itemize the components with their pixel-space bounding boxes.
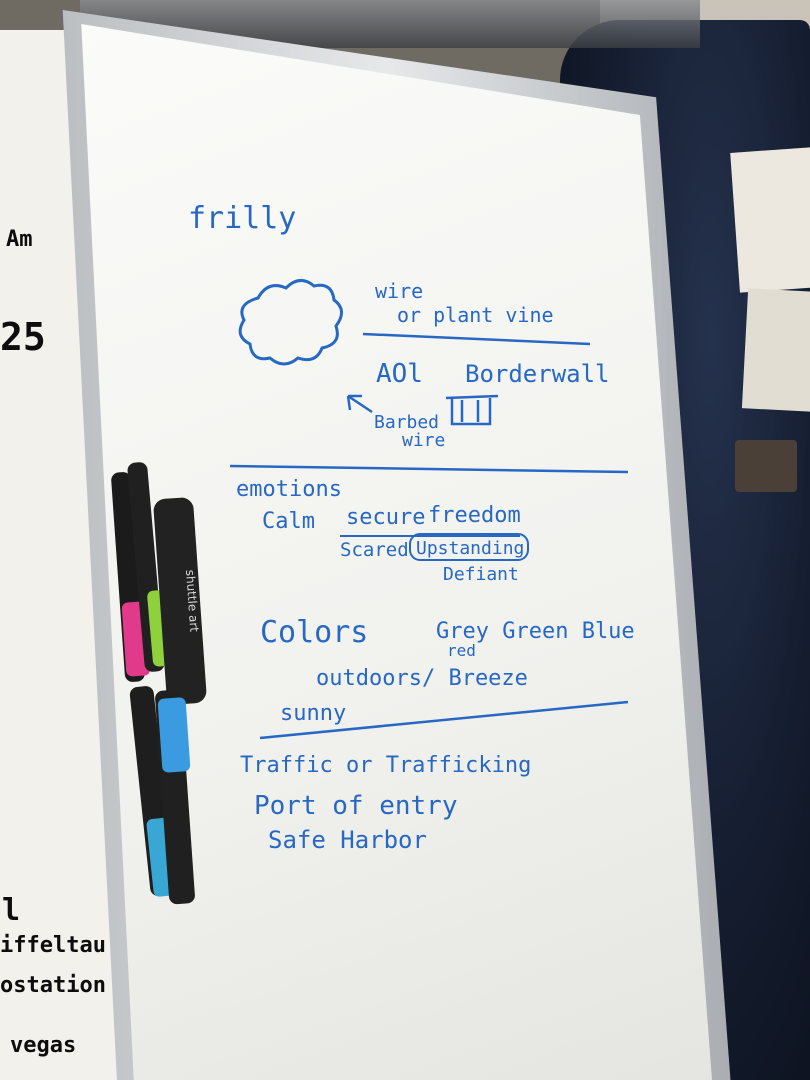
markers-group: shuttle art [111, 462, 207, 905]
whiteboard-photo: Am 25 l iffeltau ostation vegas frilly w… [0, 0, 810, 1080]
marker-black-shuttle-art: shuttle art [153, 497, 207, 705]
